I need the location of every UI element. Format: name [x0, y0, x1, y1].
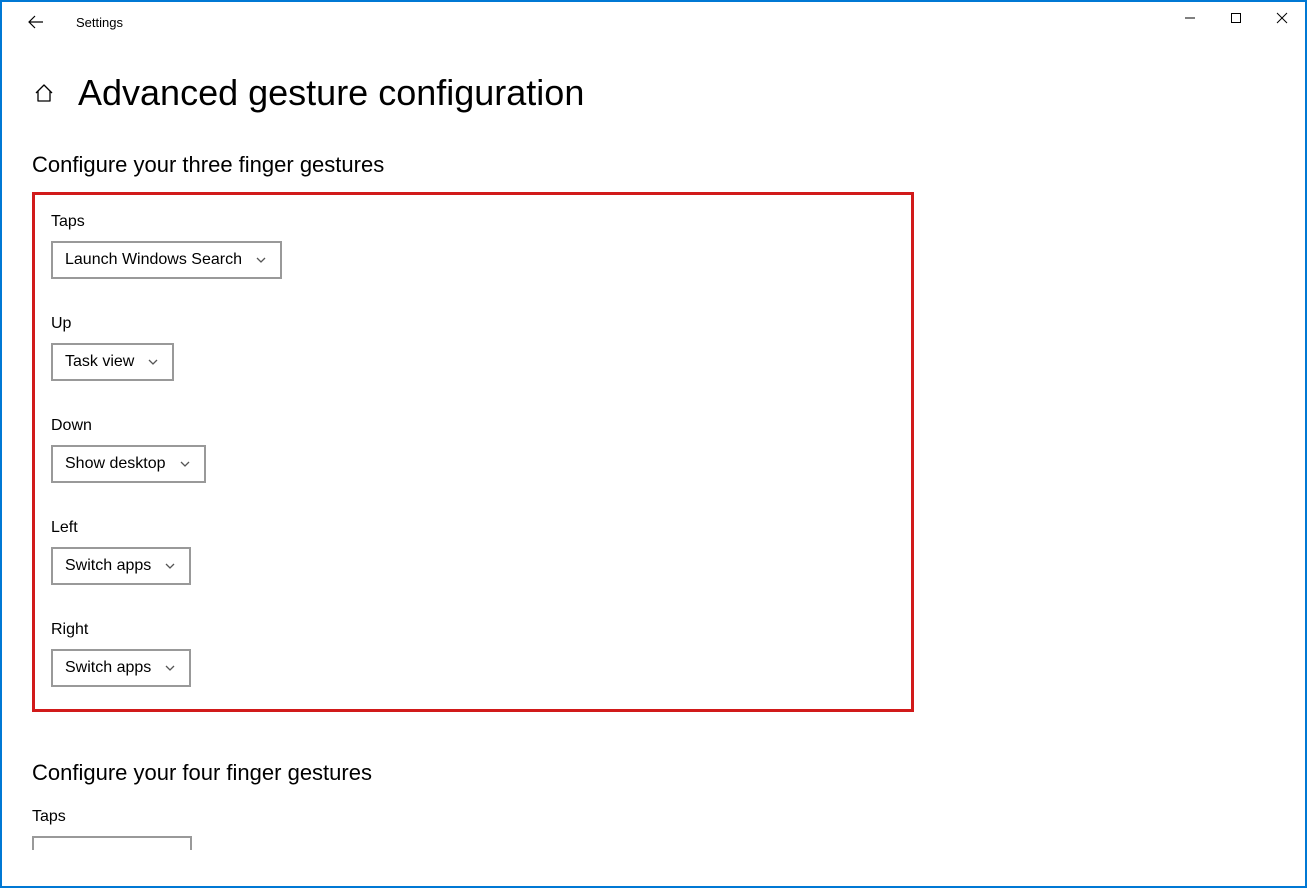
- maximize-button[interactable]: [1213, 2, 1259, 34]
- right-label: Right: [51, 621, 895, 639]
- left-dropdown[interactable]: Switch apps: [51, 547, 191, 585]
- down-label: Down: [51, 417, 895, 435]
- up-dropdown-value: Task view: [65, 353, 134, 371]
- down-dropdown-value: Show desktop: [65, 455, 166, 473]
- four-taps-dropdown[interactable]: [32, 836, 192, 850]
- up-label: Up: [51, 315, 895, 333]
- window-title: Settings: [76, 15, 123, 30]
- taps-dropdown[interactable]: Launch Windows Search: [51, 241, 282, 279]
- taps-label: Taps: [51, 213, 895, 231]
- content-area: Advanced gesture configuration Configure…: [2, 42, 1305, 855]
- home-icon: [33, 82, 55, 104]
- chevron-down-icon: [254, 253, 268, 267]
- page-title: Advanced gesture configuration: [78, 72, 584, 114]
- chevron-down-icon: [163, 661, 177, 675]
- header-row: Advanced gesture configuration: [32, 72, 1275, 114]
- four-taps-label: Taps: [32, 808, 1275, 826]
- right-dropdown-value: Switch apps: [65, 659, 151, 677]
- minimize-icon: [1184, 12, 1196, 24]
- close-icon: [1276, 12, 1288, 24]
- left-label: Left: [51, 519, 895, 537]
- four-finger-heading: Configure your four finger gestures: [32, 760, 1275, 786]
- taps-dropdown-value: Launch Windows Search: [65, 251, 242, 269]
- left-dropdown-value: Switch apps: [65, 557, 151, 575]
- three-finger-heading: Configure your three finger gestures: [32, 152, 1275, 178]
- highlight-annotation-box: Taps Launch Windows Search Up Task view …: [32, 192, 914, 712]
- down-dropdown[interactable]: Show desktop: [51, 445, 206, 483]
- right-dropdown[interactable]: Switch apps: [51, 649, 191, 687]
- chevron-down-icon: [146, 355, 160, 369]
- back-arrow-icon: [27, 13, 45, 31]
- chevron-down-icon: [178, 457, 192, 471]
- chevron-down-icon: [163, 559, 177, 573]
- up-dropdown[interactable]: Task view: [51, 343, 174, 381]
- maximize-icon: [1230, 12, 1242, 24]
- back-button[interactable]: [20, 6, 52, 38]
- close-button[interactable]: [1259, 2, 1305, 34]
- titlebar: Settings: [2, 2, 1305, 42]
- home-button[interactable]: [32, 81, 56, 105]
- minimize-button[interactable]: [1167, 2, 1213, 34]
- window-controls: [1167, 2, 1305, 34]
